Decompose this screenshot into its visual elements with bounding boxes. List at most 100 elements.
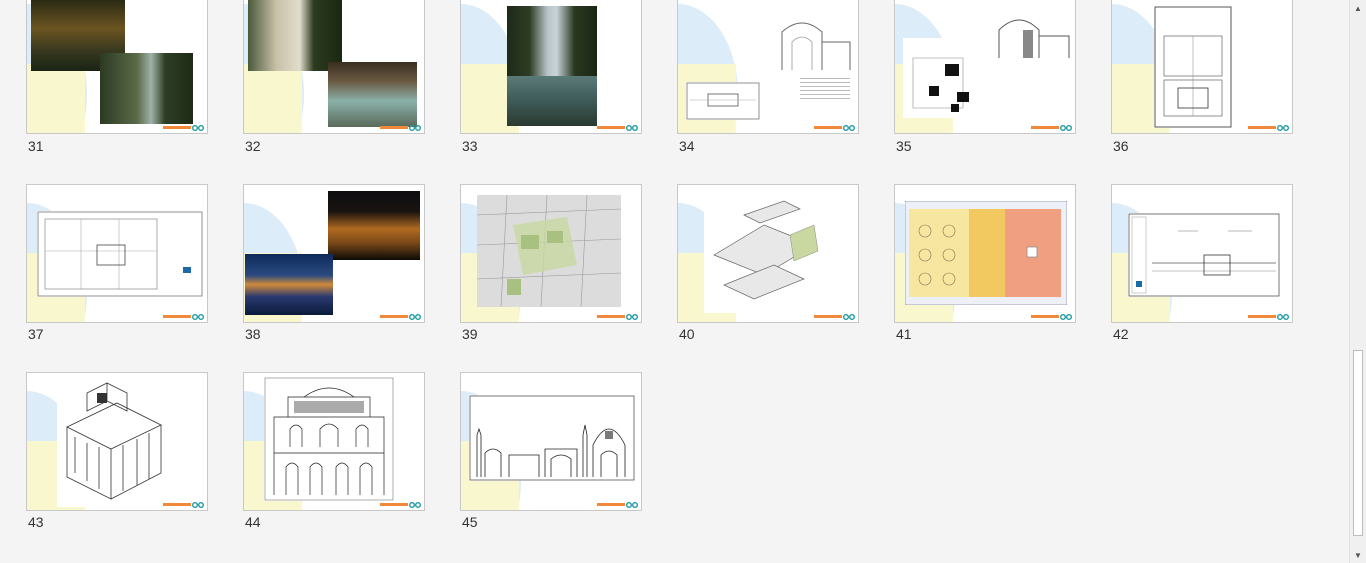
floor-plan-drawing-image: [37, 211, 203, 297]
slide-thumbnail-35[interactable]: 35: [894, 0, 1110, 154]
elevation-sheet-image: [1128, 213, 1280, 297]
slide-preview: [1111, 0, 1293, 134]
slide-thumbnail-32[interactable]: 32: [243, 0, 459, 154]
slide-preview: [243, 372, 425, 511]
slide-preview: [243, 184, 425, 323]
footer-logo-icon: [1060, 314, 1072, 320]
footer-logo-icon: [192, 125, 204, 131]
facade-drawing-image: [264, 377, 394, 501]
slide-thumbnail-37[interactable]: 37: [26, 184, 242, 344]
footer-logo-icon: [409, 125, 421, 131]
footer-text: [597, 503, 625, 506]
slide-thumbnail-38[interactable]: 38: [243, 184, 459, 344]
slide-thumbnail-34[interactable]: 34: [677, 0, 893, 154]
footer-text: [380, 315, 408, 318]
footer-logo-icon: [626, 314, 638, 320]
slide-number: 31: [28, 138, 44, 154]
footer-text: [1248, 315, 1276, 318]
slide-number: 41: [896, 326, 912, 342]
footer-text: [597, 126, 625, 129]
footer-logo-icon: [1060, 125, 1072, 131]
slide-thumbnail-31[interactable]: 31: [26, 0, 242, 154]
footer-logo-icon: [843, 314, 855, 320]
footer-text: [163, 315, 191, 318]
slide-preview: [677, 0, 859, 134]
pavilion-reflection-photo: [245, 254, 333, 315]
slide-sorter: 31 32 33 34 35 36 37 38 39 40 41 42 43 4…: [0, 0, 1349, 563]
slide-preview: [26, 0, 208, 134]
mosque-section-image: [469, 395, 635, 481]
footer-text: [163, 126, 191, 129]
footer-text: [1031, 126, 1059, 129]
footer-logo-icon: [409, 314, 421, 320]
axonometric-drawing-image: [704, 195, 828, 313]
footer-text: [814, 126, 842, 129]
slide-number: 42: [1113, 326, 1129, 342]
footer-logo-icon: [192, 314, 204, 320]
slide-number: 34: [679, 138, 695, 154]
footer-logo-icon: [843, 125, 855, 131]
slide-number: 35: [896, 138, 912, 154]
slide-number: 36: [1113, 138, 1129, 154]
slide-preview: [460, 184, 642, 323]
plan-drawing-image: [1154, 6, 1232, 128]
slide-preview: [677, 184, 859, 323]
section-drawing-image: [772, 12, 852, 72]
slide-thumbnail-44[interactable]: 44: [243, 372, 459, 532]
reflecting-pool-photo: [507, 76, 597, 126]
slide-number: 45: [462, 514, 478, 530]
slide-preview: [26, 372, 208, 511]
footer-logo-icon: [1277, 125, 1289, 131]
footer-text: [380, 503, 408, 506]
isometric-drawing-image: [57, 377, 175, 507]
slide-preview: [460, 372, 642, 511]
slide-thumbnail-41[interactable]: 41: [894, 184, 1110, 344]
footer-logo-icon: [409, 502, 421, 508]
footer-text: [163, 503, 191, 506]
colored-plan-image: [905, 201, 1067, 305]
decorative-band: [27, 64, 85, 133]
slide-number: 33: [462, 138, 478, 154]
slide-thumbnail-40[interactable]: 40: [677, 184, 893, 344]
footer-logo-icon: [1277, 314, 1289, 320]
site-map-image: [477, 195, 621, 307]
footer-text: [1248, 126, 1276, 129]
slide-number: 37: [28, 326, 44, 342]
footer-logo-icon: [626, 125, 638, 131]
section-drawing-image: [993, 10, 1071, 60]
scroll-up-icon[interactable]: ▲: [1350, 0, 1366, 16]
slide-thumbnail-45[interactable]: 45: [460, 372, 676, 532]
site-plan-image: [686, 82, 760, 120]
slide-thumbnail-33[interactable]: 33: [460, 0, 676, 154]
garden-cypress-photo: [100, 53, 193, 124]
footer-text: [814, 315, 842, 318]
floor-plan-image: [903, 38, 983, 118]
slide-number: 38: [245, 326, 261, 342]
slide-thumbnail-36[interactable]: 36: [1111, 0, 1327, 154]
caption-text-lines: [800, 78, 850, 102]
slide-preview: [460, 0, 642, 134]
footer-logo-icon: [192, 502, 204, 508]
slide-thumbnail-43[interactable]: 43: [26, 372, 242, 532]
footer-text: [380, 126, 408, 129]
scroll-down-icon[interactable]: ▼: [1350, 547, 1366, 563]
vertical-scrollbar[interactable]: ▲ ▼: [1349, 0, 1366, 563]
scrollbar-thumb[interactable]: [1353, 350, 1363, 536]
slide-preview: [894, 0, 1076, 134]
slide-number: 44: [245, 514, 261, 530]
slide-number: 43: [28, 514, 44, 530]
palace-courtyard-photo: [248, 0, 342, 71]
footer-text: [1031, 315, 1059, 318]
slide-thumbnail-42[interactable]: 42: [1111, 184, 1327, 344]
slide-number: 39: [462, 326, 478, 342]
slide-number: 40: [679, 326, 695, 342]
slide-thumbnail-39[interactable]: 39: [460, 184, 676, 344]
footer-text: [597, 315, 625, 318]
slide-preview: [1111, 184, 1293, 323]
pool-photo: [328, 62, 417, 127]
slide-preview: [894, 184, 1076, 323]
slide-preview: [26, 184, 208, 323]
footer-logo-icon: [626, 502, 638, 508]
slide-number: 32: [245, 138, 261, 154]
decorative-band: [244, 64, 302, 133]
